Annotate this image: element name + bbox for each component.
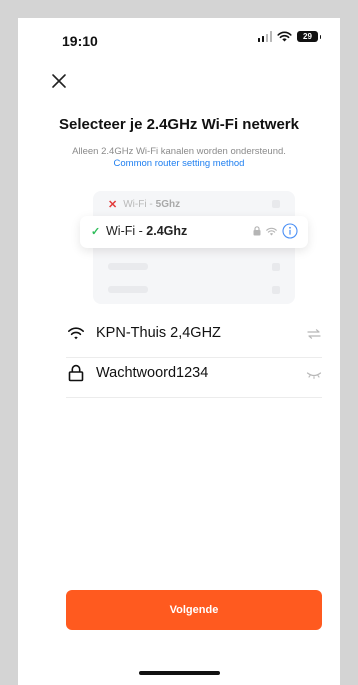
phone-screen: 19:10 29 Selecteer je 2.4GHz Wi-Fi netwe…	[18, 18, 340, 685]
ghost-lock-icon	[272, 286, 280, 294]
subtitle: Alleen 2.4GHz Wi-Fi kanalen worden onder…	[72, 146, 286, 157]
illustration-5ghz-prefix: Wi-Fi -	[123, 198, 153, 210]
wifi-status-icon	[277, 31, 292, 42]
network-name: KPN-Thuis 2,4GHZ	[96, 325, 221, 341]
close-icon	[52, 74, 66, 88]
illustration-24ghz-icons	[253, 223, 298, 239]
illustration-24ghz-band: 2.4Ghz	[146, 224, 188, 238]
error-x-icon: ✕	[108, 198, 118, 211]
status-bar: 19:10 29	[18, 18, 340, 62]
ghost-lock-icon	[272, 200, 280, 208]
status-icons: 29	[257, 31, 321, 42]
illustration-5ghz-row: ✕ Wi-Fi - 5Ghz	[108, 196, 180, 212]
info-icon	[282, 223, 298, 239]
close-button[interactable]	[48, 70, 70, 92]
switch-network-icon[interactable]	[306, 326, 322, 342]
password-field[interactable]: Wachtwoord1234	[66, 353, 322, 398]
eye-closed-icon[interactable]	[306, 366, 322, 382]
placeholder-bar	[108, 263, 148, 270]
wifi-small-icon	[266, 227, 277, 235]
network-field[interactable]: KPN-Thuis 2,4GHZ	[66, 313, 322, 358]
status-time: 19:10	[62, 33, 98, 49]
illustration-24ghz-row: ✓ Wi-Fi - 2.4Ghz	[80, 216, 308, 248]
lock-icon	[68, 364, 84, 382]
wifi-icon	[68, 327, 84, 340]
illustration-5ghz-band: 5Ghz	[155, 198, 181, 210]
next-button[interactable]: Volgende	[66, 590, 322, 630]
home-indicator	[139, 671, 220, 675]
router-settings-link[interactable]: Common router setting method	[18, 158, 340, 169]
cellular-signal-icon	[257, 31, 272, 42]
illustration-24ghz-label: Wi-Fi - 2.4Ghz	[106, 224, 187, 238]
check-icon: ✓	[91, 226, 101, 238]
ghost-lock-icon	[272, 263, 280, 271]
battery-icon: 29	[297, 31, 321, 42]
illustration-24ghz-prefix: Wi-Fi -	[106, 224, 147, 238]
lock-small-icon	[253, 226, 261, 236]
password-value: Wachtwoord1234	[96, 365, 209, 381]
placeholder-bar	[108, 286, 148, 293]
page-title: Selecteer je 2.4GHz Wi-Fi netwerk	[59, 116, 299, 133]
